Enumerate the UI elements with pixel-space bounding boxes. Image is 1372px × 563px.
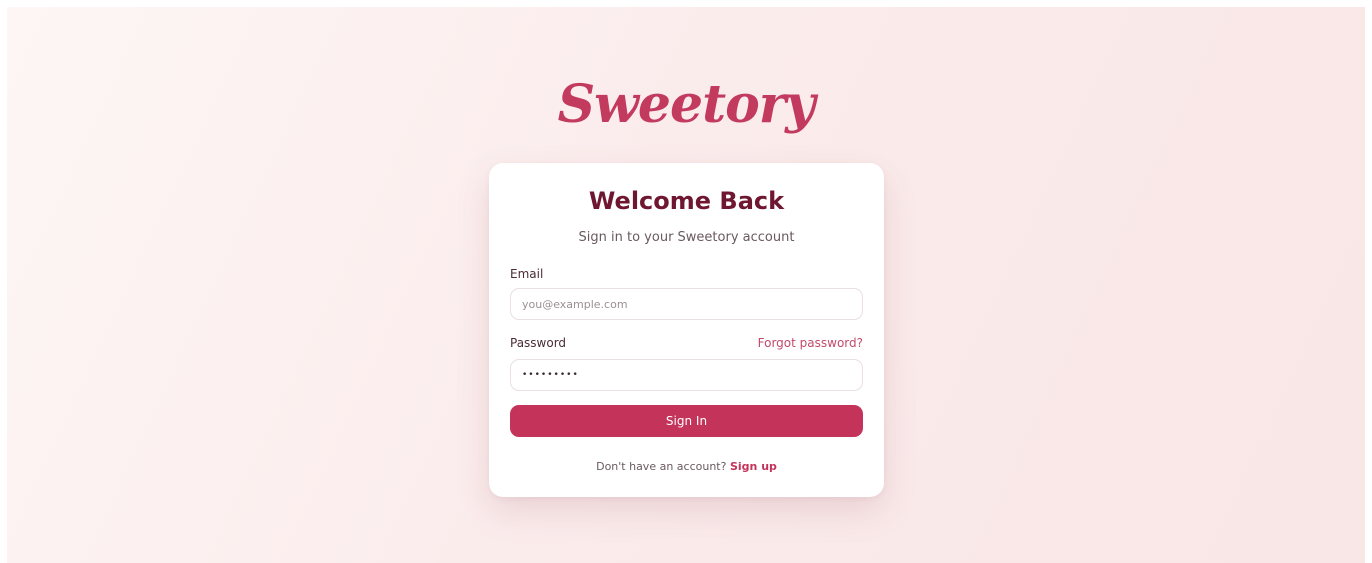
login-card: Welcome Back Sign in to your Sweetory ac… <box>489 163 884 497</box>
email-field[interactable] <box>510 288 863 320</box>
sign-in-button[interactable]: Sign In <box>510 405 863 437</box>
signup-prompt: Don't have an account? <box>596 460 727 473</box>
card-subtitle: Sign in to your Sweetory account <box>578 230 795 245</box>
brand-logo: Sweetory <box>557 74 816 135</box>
sign-up-link[interactable]: Sign up <box>730 460 777 473</box>
password-label: Password <box>510 336 567 350</box>
password-field[interactable] <box>510 359 863 391</box>
forgot-password-link[interactable]: Forgot password? <box>758 336 863 350</box>
signup-row: Don't have an account? Sign up <box>489 460 884 473</box>
card-title: Welcome Back <box>588 187 785 215</box>
email-label: Email <box>510 267 544 281</box>
